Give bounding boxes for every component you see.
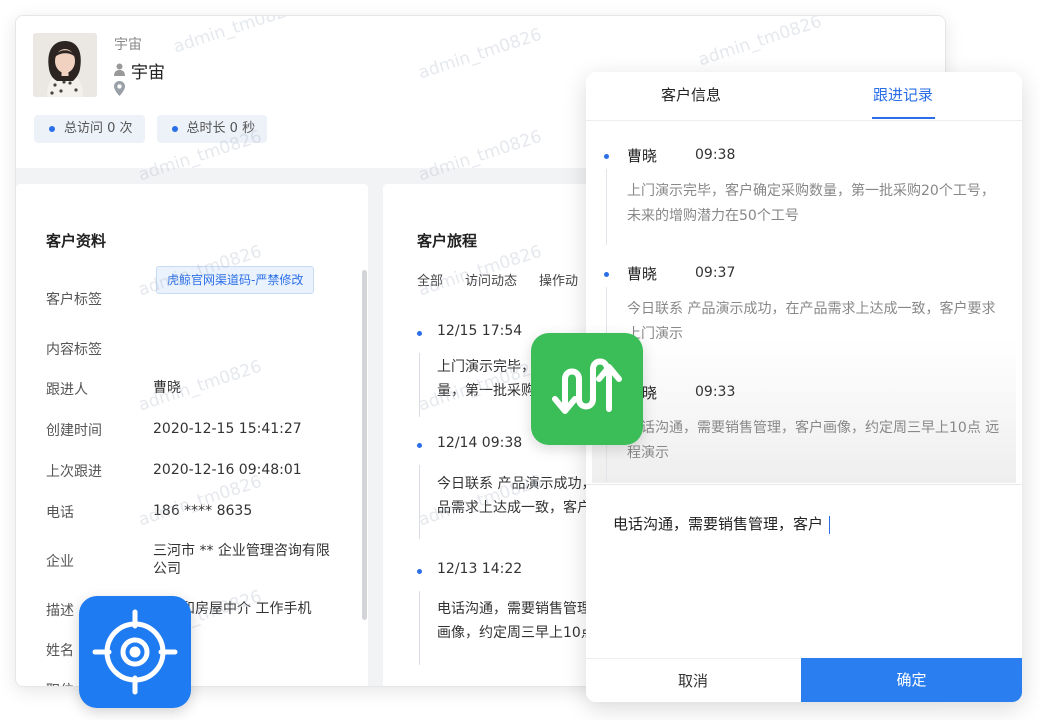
field-label-owner: 跟进人 — [46, 382, 88, 398]
record-dot — [604, 154, 609, 159]
record-author: 曹晓 — [627, 147, 658, 165]
field-label-phone: 电话 — [46, 505, 74, 521]
journey-time: 12/14 09:38 — [437, 435, 523, 451]
info-scrollbar[interactable] — [362, 270, 367, 620]
customer-info-title: 客户资料 — [46, 232, 107, 250]
field-value-created: 2020-12-15 15:41:27 — [153, 421, 302, 437]
field-label-last-followup: 上次跟进 — [46, 464, 102, 480]
record-text: 今日联系 产品演示成功，在产品需求上达成一致，客户要求上门演示 — [627, 301, 996, 342]
field-label-created: 创建时间 — [46, 423, 102, 439]
location-row — [114, 81, 125, 100]
person-icon — [114, 61, 125, 80]
sync-arrows-icon — [531, 333, 643, 449]
text-caret — [829, 515, 831, 534]
record-time: 09:37 — [695, 265, 736, 281]
field-label-position: 职位 — [46, 680, 74, 686]
field-label-content-tag: 内容标签 — [46, 342, 102, 358]
record-time: 09:33 — [695, 384, 736, 400]
tab-customer-info[interactable]: 客户信息 — [661, 84, 721, 105]
sync-badge — [531, 333, 643, 445]
record-line — [606, 169, 607, 245]
target-icon — [79, 596, 191, 712]
journey-time: 12/13 14:22 — [437, 561, 523, 577]
followup-panel: 客户信息 跟进记录 曹晓 09:38 上门演示完毕，客户确定采购数量，第一批采购… — [586, 72, 1022, 702]
record-time: 09:38 — [695, 147, 736, 163]
field-label-company: 企业 — [46, 554, 74, 570]
field-value-owner: 曹晓 — [153, 380, 181, 396]
followup-input-value: 电话沟通，需要销售管理，客户 — [613, 515, 824, 533]
journey-tab-all[interactable]: 全部 — [417, 270, 443, 289]
followup-record-list: 曹晓 09:38 上门演示完毕，客户确定采购数量，第一批采购20个工号，未来的增… — [592, 121, 1016, 483]
location-pin-icon — [114, 81, 125, 100]
cancel-button[interactable]: 取消 — [586, 658, 800, 702]
field-label-name: 姓名 — [46, 643, 74, 659]
field-label-customer-tag: 客户标签 — [46, 292, 102, 308]
locator-badge — [79, 596, 191, 708]
field-value-phone: 186 **** 8635 — [153, 503, 253, 519]
followup-input-text[interactable]: 电话沟通，需要销售管理，客户 — [613, 513, 831, 534]
record-text: 上门演示完毕，客户确定采购数量，第一批采购20个工号，未来的增购潜力在50个工号 — [627, 183, 995, 224]
timeline-line — [419, 591, 420, 665]
field-value-company: 三河市 ** 企业管理咨询有限公司 — [153, 543, 330, 577]
record-text: 电话沟通，需要销售管理，客户画像，约定周三早上10点 远程演示 — [627, 420, 1000, 461]
active-tab-indicator — [872, 117, 935, 119]
customer-nickname: 宇宙 — [114, 37, 142, 53]
record-dot — [604, 272, 609, 277]
journey-tab-actions[interactable]: 操作动 — [539, 270, 578, 289]
customer-name: 宇宙 — [131, 63, 165, 83]
followup-input[interactable]: 电话沟通，需要销售管理，客户 — [586, 484, 1022, 656]
journey-title: 客户旅程 — [417, 232, 478, 250]
timeline-line — [419, 465, 420, 539]
total-duration-badge: 总时长 0 秒 — [156, 115, 268, 143]
timeline-dot — [417, 569, 422, 574]
customer-tag-chip[interactable]: 虎鲸官网渠道码-严禁修改 — [156, 266, 315, 294]
timeline-dot — [417, 443, 422, 448]
field-label-description: 描述 — [46, 603, 74, 619]
journey-tab-visits[interactable]: 访问动态 — [465, 270, 517, 289]
visit-stats: 总访问 0 次 总时长 0 秒 — [34, 115, 268, 143]
avatar — [33, 33, 97, 97]
timeline-dot — [417, 331, 422, 336]
record-author: 曹晓 — [627, 265, 658, 283]
timeline-line — [419, 353, 420, 417]
confirm-button[interactable]: 确定 — [801, 658, 1022, 702]
journey-tabs: 全部 访问动态 操作动 — [417, 270, 578, 289]
customer-name-row: 宇宙 — [114, 58, 165, 83]
customer-info-card: 客户资料 客户标签 虎鲸官网渠道码-严禁修改 内容标签 跟进人 曹晓 创建时间 … — [16, 184, 368, 686]
tab-followup-records[interactable]: 跟进记录 — [873, 84, 933, 105]
total-visits-badge: 总访问 0 次 — [34, 115, 145, 143]
journey-time: 12/15 17:54 — [437, 323, 523, 339]
field-value-last-followup: 2020-12-16 09:48:01 — [153, 462, 302, 478]
